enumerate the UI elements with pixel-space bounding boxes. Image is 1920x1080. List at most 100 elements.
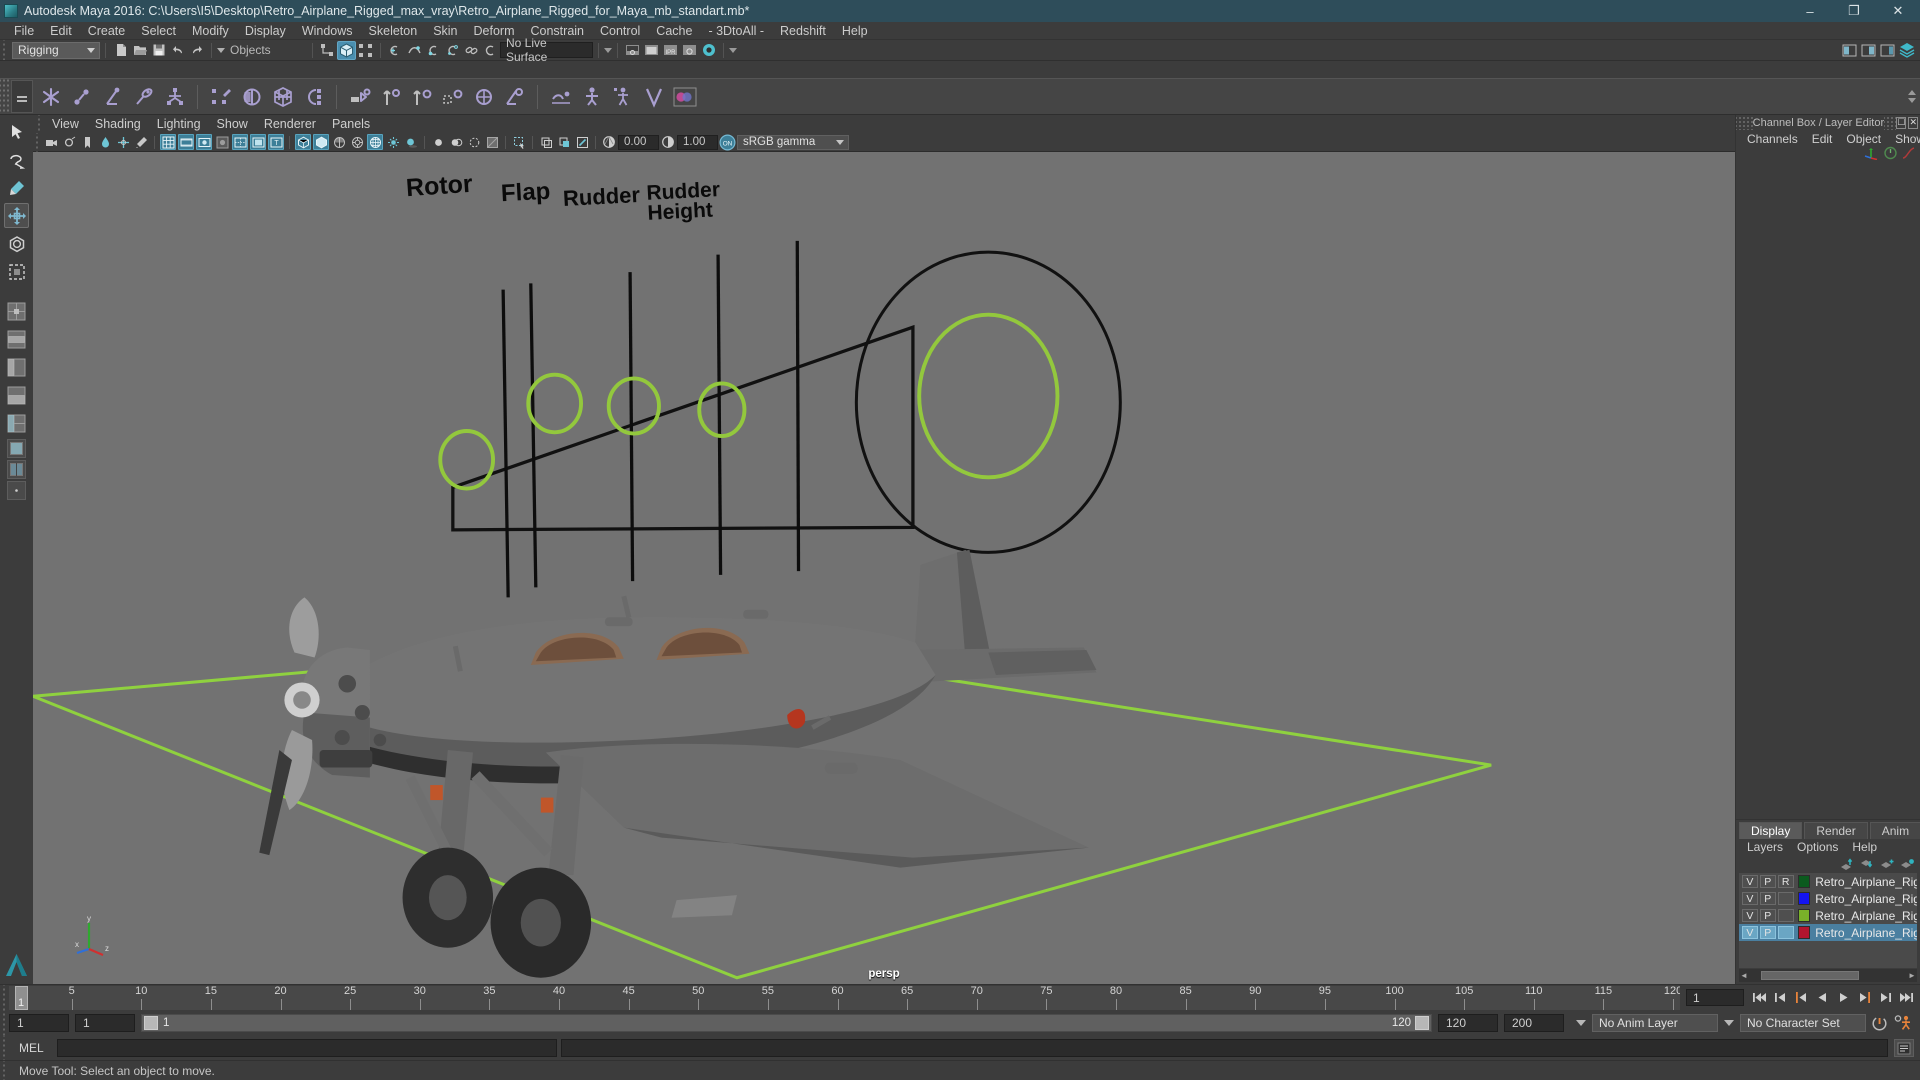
menu-modify[interactable]: Modify — [184, 22, 237, 40]
auto-keyframe-toggle-button[interactable] — [1870, 1014, 1889, 1033]
layout-more-button[interactable] — [7, 481, 26, 500]
range-right-handle[interactable] — [1415, 1016, 1429, 1030]
current-frame-field[interactable]: 1 — [1686, 989, 1744, 1006]
playback-end-time-field[interactable]: 120 — [1438, 1014, 1498, 1032]
color-management-toggle-icon[interactable]: ON — [719, 133, 736, 151]
range-slider-grip[interactable] — [0, 1010, 9, 1036]
tab-render[interactable]: Render — [1804, 822, 1868, 839]
maximize-button[interactable]: ❐ — [1832, 0, 1876, 22]
show-channel-box-icon[interactable] — [1878, 41, 1897, 60]
move-layer-down-icon[interactable] — [1860, 858, 1875, 870]
orient-constraint-icon[interactable] — [406, 81, 437, 112]
panel-menu-view[interactable]: View — [44, 115, 87, 133]
blend-shape-icon[interactable] — [638, 81, 669, 112]
character-set-chevron-icon[interactable] — [1724, 1020, 1734, 1026]
snap-to-view-plane-icon[interactable] — [462, 41, 481, 60]
menu-file[interactable]: File — [6, 22, 42, 40]
component-mode-icon[interactable] — [356, 41, 375, 60]
layer-playback-toggle[interactable]: P — [1759, 926, 1776, 939]
exposure-field[interactable]: 0.00 — [618, 134, 659, 150]
point-constraint-icon[interactable] — [375, 81, 406, 112]
use-all-lights-icon[interactable] — [385, 134, 401, 150]
lattice-deformer-icon[interactable] — [236, 81, 267, 112]
panel-menu-shading[interactable]: Shading — [87, 115, 149, 133]
safe-title-icon[interactable]: T — [268, 134, 284, 150]
redo-icon[interactable] — [187, 41, 206, 60]
layer-list-horizontal-scrollbar[interactable]: ◄ ► — [1739, 969, 1917, 982]
anim-layer-chevron-icon[interactable] — [1576, 1020, 1586, 1026]
single-perspective-layout-button[interactable] — [4, 327, 29, 352]
layer-reference-toggle[interactable] — [1777, 909, 1794, 922]
shelf-tab-switcher[interactable] — [11, 80, 33, 113]
script-language-label[interactable]: MEL — [9, 1041, 57, 1055]
parent-constraint-icon[interactable] — [344, 81, 375, 112]
wrap-deformer-icon[interactable] — [267, 81, 298, 112]
command-input[interactable] — [57, 1039, 557, 1057]
lasso-tool-button[interactable] — [4, 147, 29, 172]
layer-row[interactable]: V P Retro_Airplane_Rigged — [1739, 907, 1917, 924]
step-forward-keyframe-button[interactable] — [1876, 988, 1895, 1007]
shelf-grip[interactable] — [0, 79, 9, 114]
character-set-selector[interactable]: No Character Set — [1740, 1014, 1866, 1032]
ik-fk-blend-icon[interactable] — [128, 81, 159, 112]
menu-skeleton[interactable]: Skeleton — [361, 22, 426, 40]
layer-color-swatch[interactable] — [1797, 926, 1811, 939]
time-slider[interactable]: 1 5 10 15 20 25 30 35 40 45 50 55 60 65 70 75 80 85 90 95 1… — [9, 985, 1680, 1010]
layer-menu-help[interactable]: Help — [1845, 839, 1884, 856]
rotate-tool-button[interactable] — [4, 231, 29, 256]
select-tool-button[interactable] — [4, 119, 29, 144]
snap-to-projected-center-icon[interactable] — [443, 41, 462, 60]
menu-3dtoall[interactable]: - 3DtoAll - — [700, 22, 772, 40]
go-to-start-button[interactable] — [1750, 988, 1769, 1007]
close-panel-button[interactable]: ✕ — [1908, 116, 1918, 129]
selection-mask-chevron-icon[interactable] — [217, 47, 225, 53]
menu-select[interactable]: Select — [133, 22, 184, 40]
panel-drag-dots-right[interactable] — [1884, 115, 1897, 130]
wireframe-shading-icon[interactable] — [295, 134, 311, 150]
save-scene-icon[interactable] — [149, 41, 168, 60]
minimize-button[interactable]: – — [1788, 0, 1832, 22]
menu-help[interactable]: Help — [834, 22, 876, 40]
paint-select-tool-button[interactable] — [4, 175, 29, 200]
panel-menu-lighting[interactable]: Lighting — [149, 115, 209, 133]
layer-color-swatch[interactable] — [1797, 892, 1811, 905]
menu-set-selector[interactable]: Rigging — [12, 41, 100, 59]
shade-all-wireframe-icon[interactable] — [331, 134, 347, 150]
depth-of-field-icon[interactable] — [466, 134, 482, 150]
human-ik-icon[interactable] — [607, 81, 638, 112]
bind-skin-icon[interactable] — [159, 81, 190, 112]
create-ik-spline-icon[interactable] — [97, 81, 128, 112]
animation-start-time-field[interactable]: 1 — [9, 1014, 69, 1032]
safe-action-icon[interactable] — [250, 134, 266, 150]
layout-preset-b-button[interactable] — [7, 460, 26, 479]
script-editor-button[interactable] — [1894, 1039, 1914, 1057]
layer-row[interactable]: V P R Retro_Airplane_Rigged — [1739, 873, 1917, 890]
bookmarks-icon[interactable] — [79, 134, 95, 150]
perspective-viewport[interactable]: Rotor Flap Rudder Rudder Height persp y … — [33, 152, 1735, 984]
cluster-deformer-icon[interactable] — [298, 81, 329, 112]
ipr-render-icon[interactable]: IPR — [661, 41, 680, 60]
use-default-material-icon[interactable] — [349, 134, 365, 150]
panel-menu-renderer[interactable]: Renderer — [256, 115, 324, 133]
pole-vector-constraint-icon[interactable] — [499, 81, 530, 112]
shelf-scroll-arrows[interactable] — [1908, 90, 1920, 103]
smooth-shade-all-icon[interactable] — [313, 134, 329, 150]
camera-attributes-icon[interactable] — [61, 134, 77, 150]
screen-space-ao-icon[interactable] — [484, 134, 500, 150]
undo-icon[interactable] — [168, 41, 187, 60]
layout-preset-a-button[interactable] — [7, 439, 26, 458]
xray-joints-icon[interactable] — [556, 134, 572, 150]
anim-layer-selector[interactable]: No Anim Layer — [1592, 1014, 1718, 1032]
select-camera-icon[interactable] — [43, 134, 59, 150]
outliner-persp-layout-button[interactable] — [4, 355, 29, 380]
hypershade-layout-button[interactable] — [4, 383, 29, 408]
new-scene-icon[interactable] — [111, 41, 130, 60]
layer-color-swatch[interactable] — [1797, 875, 1811, 888]
redo-render-icon[interactable] — [642, 41, 661, 60]
scrollbar-thumb[interactable] — [1761, 971, 1859, 980]
menu-redshift[interactable]: Redshift — [772, 22, 834, 40]
aim-constraint-icon[interactable] — [468, 81, 499, 112]
channel-box-menu-channels[interactable]: Channels — [1740, 130, 1805, 148]
gamma-icon[interactable] — [660, 134, 676, 150]
scale-tool-button[interactable] — [4, 259, 29, 284]
